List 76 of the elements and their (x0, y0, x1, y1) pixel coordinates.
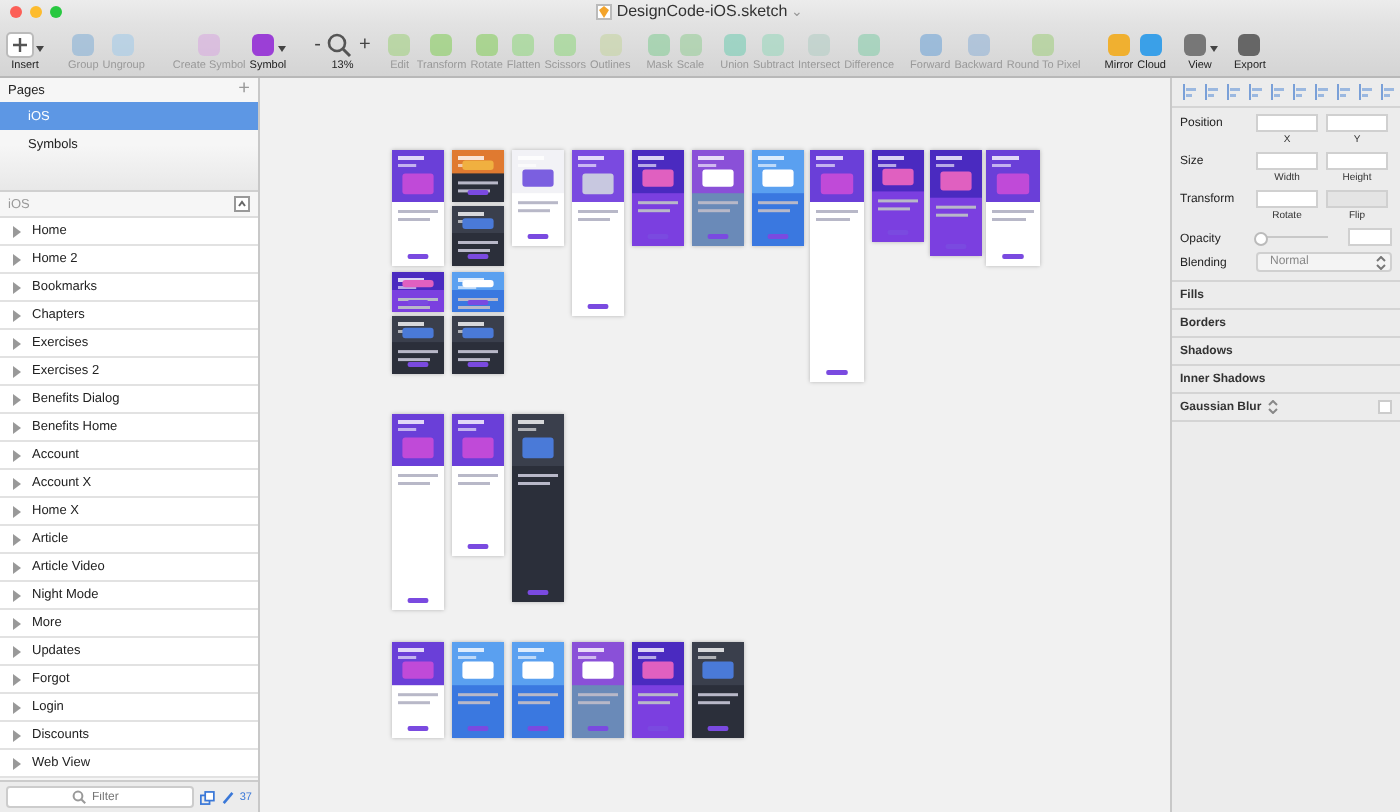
disclosure-triangle-icon[interactable] (12, 309, 22, 321)
align-icon[interactable] (1226, 84, 1242, 100)
shape-icon (196, 31, 223, 57)
shape-icon (646, 31, 673, 57)
pencil-icon[interactable] (221, 789, 234, 805)
shape-icon (856, 31, 883, 57)
shape-icon (677, 31, 704, 57)
shape-icon (965, 31, 992, 57)
value-field[interactable] (1256, 190, 1318, 208)
shape-icon (917, 31, 944, 57)
shape-icon (1105, 31, 1132, 57)
stepper-icon[interactable] (1267, 400, 1278, 414)
disclosure-triangle-icon[interactable] (12, 477, 22, 489)
shape-icon (1182, 31, 1208, 57)
disclosure-triangle-icon[interactable] (12, 589, 22, 601)
shape-icon (510, 31, 537, 57)
value-field[interactable] (1256, 152, 1318, 170)
shape-icon (1236, 31, 1263, 57)
caret-icon (277, 45, 286, 51)
align-icon[interactable] (1204, 84, 1220, 100)
align-icon[interactable] (1182, 84, 1198, 100)
shape-icon (806, 31, 833, 57)
disclosure-triangle-icon[interactable] (12, 225, 22, 237)
value-field[interactable] (1256, 114, 1318, 132)
shape-icon (386, 31, 413, 57)
checkbox[interactable] (1378, 400, 1392, 414)
disclosure-triangle-icon[interactable] (12, 757, 22, 769)
shape-icon (249, 31, 276, 57)
align-icon[interactable] (1248, 84, 1264, 100)
disclosure-triangle-icon[interactable] (12, 421, 22, 433)
document-icon (596, 3, 613, 19)
disclosure-triangle-icon[interactable] (12, 281, 22, 293)
shape-icon (1138, 31, 1165, 57)
value-field[interactable] (1326, 152, 1388, 170)
shape-icon (760, 31, 787, 57)
disclosure-triangle-icon[interactable] (12, 673, 22, 685)
disclosure-triangle-icon[interactable] (12, 393, 22, 405)
disclosure-triangle-icon[interactable] (12, 617, 22, 629)
window-title: DesignCode-iOS.sketch (616, 2, 788, 20)
value-field[interactable] (1326, 190, 1388, 208)
value-field[interactable] (1326, 114, 1388, 132)
caret-icon (36, 45, 44, 51)
close-button[interactable] (10, 6, 22, 18)
disclosure-triangle-icon[interactable] (12, 253, 22, 265)
search-icon (72, 790, 86, 804)
collapse-icon[interactable] (234, 196, 250, 212)
align-icon[interactable] (1314, 84, 1330, 100)
opacity-field[interactable] (1348, 228, 1392, 246)
disclosure-triangle-icon[interactable] (12, 337, 22, 349)
plus-icon (6, 31, 34, 57)
copy-icon[interactable] (200, 789, 216, 805)
disclosure-triangle-icon[interactable] (12, 449, 22, 461)
disclosure-triangle-icon[interactable] (12, 729, 22, 741)
disclosure-triangle-icon[interactable] (12, 365, 22, 377)
align-icon[interactable] (1358, 84, 1374, 100)
align-icon[interactable] (1292, 84, 1308, 100)
caret-icon (1210, 45, 1218, 51)
shape-icon (552, 31, 579, 57)
shape-icon (1030, 31, 1057, 57)
shape-icon (428, 31, 455, 57)
shape-icon (473, 31, 500, 57)
disclosure-triangle-icon[interactable] (12, 505, 22, 517)
shape-icon (597, 31, 624, 57)
shape-icon (110, 31, 137, 57)
disclosure-triangle-icon[interactable] (12, 533, 22, 545)
shape-icon (721, 31, 748, 57)
shape-icon (70, 31, 97, 57)
align-icon[interactable] (1336, 84, 1352, 100)
search-icon (326, 31, 353, 57)
disclosure-triangle-icon[interactable] (12, 561, 22, 573)
align-icon[interactable] (1270, 84, 1286, 100)
disclosure-triangle-icon[interactable] (12, 645, 22, 657)
align-icon[interactable] (1380, 84, 1396, 100)
disclosure-triangle-icon[interactable] (12, 701, 22, 713)
stepper-icon (1376, 255, 1386, 269)
zoom-button[interactable] (50, 6, 62, 18)
